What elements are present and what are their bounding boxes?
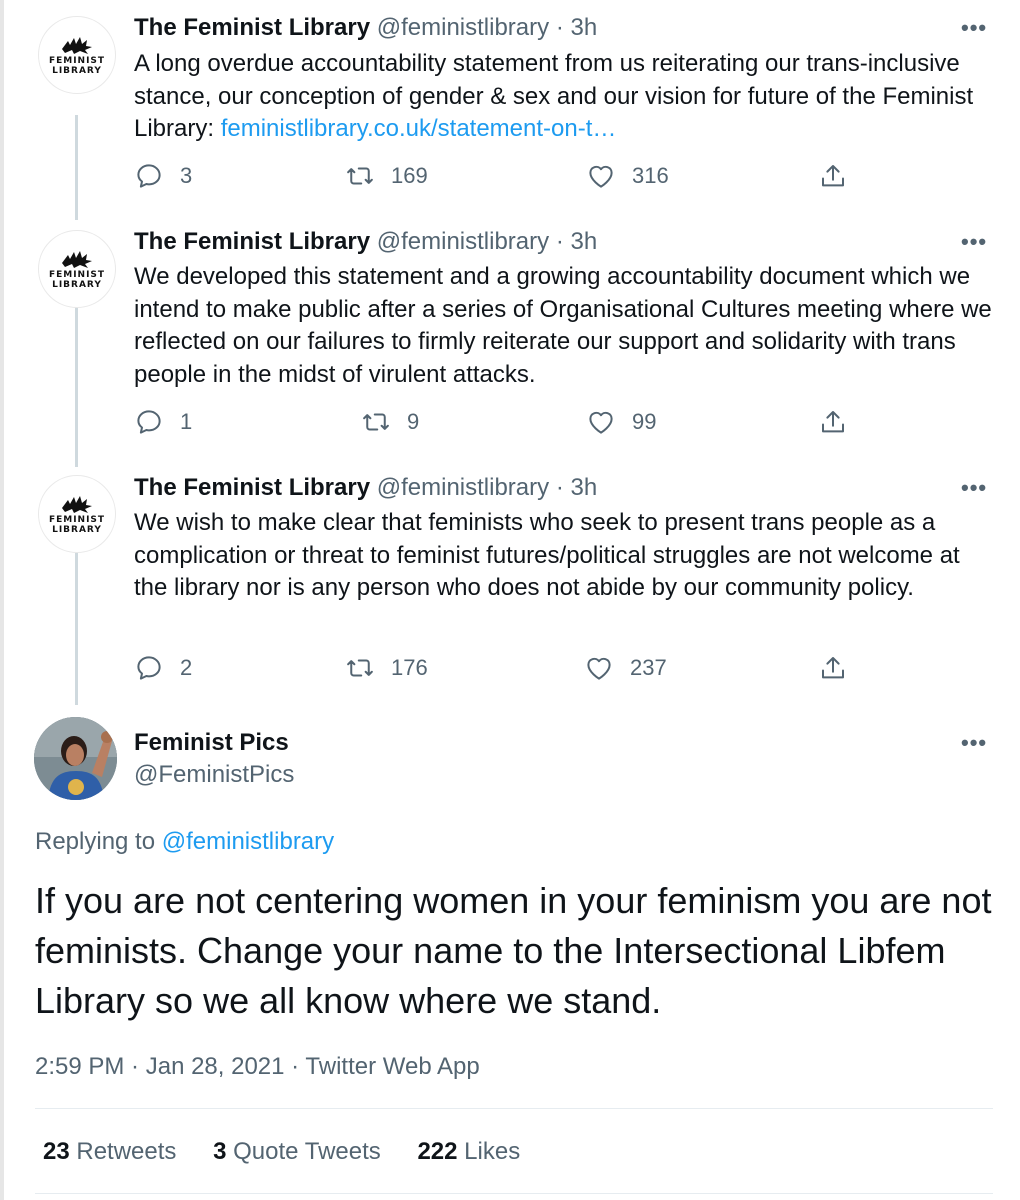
thread-tweet-3[interactable]: FEMINIST LIBRARY The Feminist Library @f… bbox=[4, 460, 1020, 705]
dragon-logo-icon bbox=[62, 495, 92, 513]
divider bbox=[35, 1108, 993, 1109]
share-button[interactable] bbox=[818, 161, 848, 191]
tweet-actions: 1 9 99 bbox=[134, 407, 854, 437]
author-handle[interactable]: @FeministPics bbox=[134, 760, 294, 790]
reply-count: 3 bbox=[180, 163, 193, 188]
avatar[interactable] bbox=[34, 717, 117, 800]
tweet-header: The Feminist Library @feministlibrary · … bbox=[134, 227, 597, 257]
author-handle[interactable]: @feministlibrary bbox=[377, 228, 549, 255]
thread-tweet-1[interactable]: FEMINIST LIBRARY The Feminist Library @f… bbox=[4, 0, 1020, 215]
separator: · bbox=[555, 228, 564, 255]
like-icon bbox=[589, 165, 613, 188]
share-icon bbox=[822, 411, 844, 433]
author-name[interactable]: The Feminist Library bbox=[134, 474, 370, 501]
retweets-stat[interactable]: 23 Retweets bbox=[43, 1138, 176, 1165]
tweet-header: The Feminist Library @feministlibrary · … bbox=[134, 13, 597, 43]
separator: · bbox=[555, 14, 564, 41]
tweet-text: We developed this statement and a growin… bbox=[134, 263, 992, 388]
retweet-count: 176 bbox=[391, 655, 428, 680]
author-name[interactable]: Feminist Pics bbox=[134, 728, 289, 758]
separator: · bbox=[124, 1053, 146, 1080]
like-button[interactable]: 99 bbox=[586, 407, 656, 437]
likes-stat[interactable]: 222 Likes bbox=[417, 1138, 520, 1165]
tweet-actions: 3 169 316 bbox=[134, 161, 854, 191]
tweet-source: Twitter Web App bbox=[305, 1053, 480, 1080]
divider bbox=[35, 1193, 993, 1194]
tweet-time[interactable]: 2:59 PM bbox=[35, 1053, 124, 1080]
dragon-logo-icon bbox=[62, 250, 92, 268]
tweet-date[interactable]: Jan 28, 2021 bbox=[146, 1053, 285, 1080]
like-count: 237 bbox=[630, 655, 667, 680]
like-count: 99 bbox=[632, 409, 657, 434]
retweet-count: 9 bbox=[407, 409, 420, 434]
retweet-button[interactable]: 169 bbox=[345, 161, 428, 191]
tweet-header: The Feminist Library @feministlibrary · … bbox=[134, 473, 597, 503]
author-name[interactable]: The Feminist Library bbox=[134, 228, 370, 255]
reply-icon bbox=[137, 656, 161, 680]
reply-count: 1 bbox=[180, 409, 193, 434]
replying-mention[interactable]: @feministlibrary bbox=[162, 828, 334, 855]
avatar-logo-text: FEMINIST LIBRARY bbox=[48, 55, 106, 76]
reply-button[interactable]: 3 bbox=[134, 161, 192, 191]
replying-label: Replying to bbox=[35, 828, 162, 855]
tweet-thread-screenshot: FEMINIST LIBRARY The Feminist Library @f… bbox=[0, 0, 1020, 1200]
reply-button[interactable]: 1 bbox=[134, 407, 192, 437]
reply-icon bbox=[137, 410, 161, 434]
avatar[interactable]: FEMINIST LIBRARY bbox=[38, 16, 116, 94]
avatar-logo-text: FEMINIST LIBRARY bbox=[48, 514, 106, 535]
more-icon[interactable]: ••• bbox=[961, 17, 987, 39]
retweet-button[interactable]: 9 bbox=[361, 407, 419, 437]
avatar[interactable]: FEMINIST LIBRARY bbox=[38, 230, 116, 308]
quote-tweets-stat[interactable]: 3 Quote Tweets bbox=[213, 1138, 381, 1165]
tweet-link[interactable]: feministlibrary.co.uk/statement-on-t… bbox=[221, 115, 617, 142]
like-icon bbox=[589, 411, 613, 434]
profile-photo bbox=[34, 717, 117, 800]
share-icon bbox=[822, 165, 844, 187]
separator: · bbox=[284, 1053, 306, 1080]
thread-tweet-2[interactable]: FEMINIST LIBRARY The Feminist Library @f… bbox=[4, 215, 1020, 460]
reply-button[interactable]: 2 bbox=[134, 653, 192, 683]
tweet-text: We wish to make clear that feminists who… bbox=[134, 509, 960, 601]
timestamp[interactable]: 3h bbox=[570, 14, 597, 41]
replying-to: Replying to @feministlibrary bbox=[35, 827, 334, 857]
reply-count: 2 bbox=[180, 655, 193, 680]
timestamp[interactable]: 3h bbox=[570, 474, 597, 501]
author-handle[interactable]: @feministlibrary bbox=[377, 474, 549, 501]
avatar[interactable]: FEMINIST LIBRARY bbox=[38, 475, 116, 553]
tweet-text: A long overdue accountability statement … bbox=[134, 50, 974, 142]
more-icon[interactable]: ••• bbox=[961, 231, 987, 253]
more-icon[interactable]: ••• bbox=[961, 477, 987, 499]
retweet-count: 169 bbox=[391, 163, 428, 188]
retweet-button[interactable]: 176 bbox=[345, 653, 428, 683]
like-count: 316 bbox=[632, 163, 669, 188]
tweet-meta: 2:59 PM · Jan 28, 2021 · Twitter Web App bbox=[35, 1052, 480, 1082]
reply-icon bbox=[137, 164, 161, 188]
retweet-icon bbox=[363, 413, 389, 431]
share-icon bbox=[822, 657, 844, 679]
more-icon[interactable]: ••• bbox=[961, 732, 987, 754]
retweet-icon bbox=[347, 659, 373, 677]
dragon-logo-icon bbox=[62, 36, 92, 54]
separator: · bbox=[555, 474, 564, 501]
like-button[interactable]: 237 bbox=[584, 653, 667, 683]
avatar-logo-text: FEMINIST LIBRARY bbox=[48, 269, 106, 290]
like-button[interactable]: 316 bbox=[586, 161, 669, 191]
tweet-actions: 2 176 237 bbox=[134, 653, 854, 683]
timestamp[interactable]: 3h bbox=[570, 228, 597, 255]
engagement-stats: 23 Retweets 3 Quote Tweets 222 Likes bbox=[43, 1137, 550, 1167]
author-handle[interactable]: @feministlibrary bbox=[377, 14, 549, 41]
share-button[interactable] bbox=[818, 653, 848, 683]
retweet-icon bbox=[347, 167, 373, 185]
share-button[interactable] bbox=[818, 407, 848, 437]
like-icon bbox=[587, 657, 611, 680]
author-name[interactable]: The Feminist Library bbox=[134, 14, 370, 41]
main-tweet-text: If you are not centering women in your f… bbox=[35, 880, 992, 1021]
